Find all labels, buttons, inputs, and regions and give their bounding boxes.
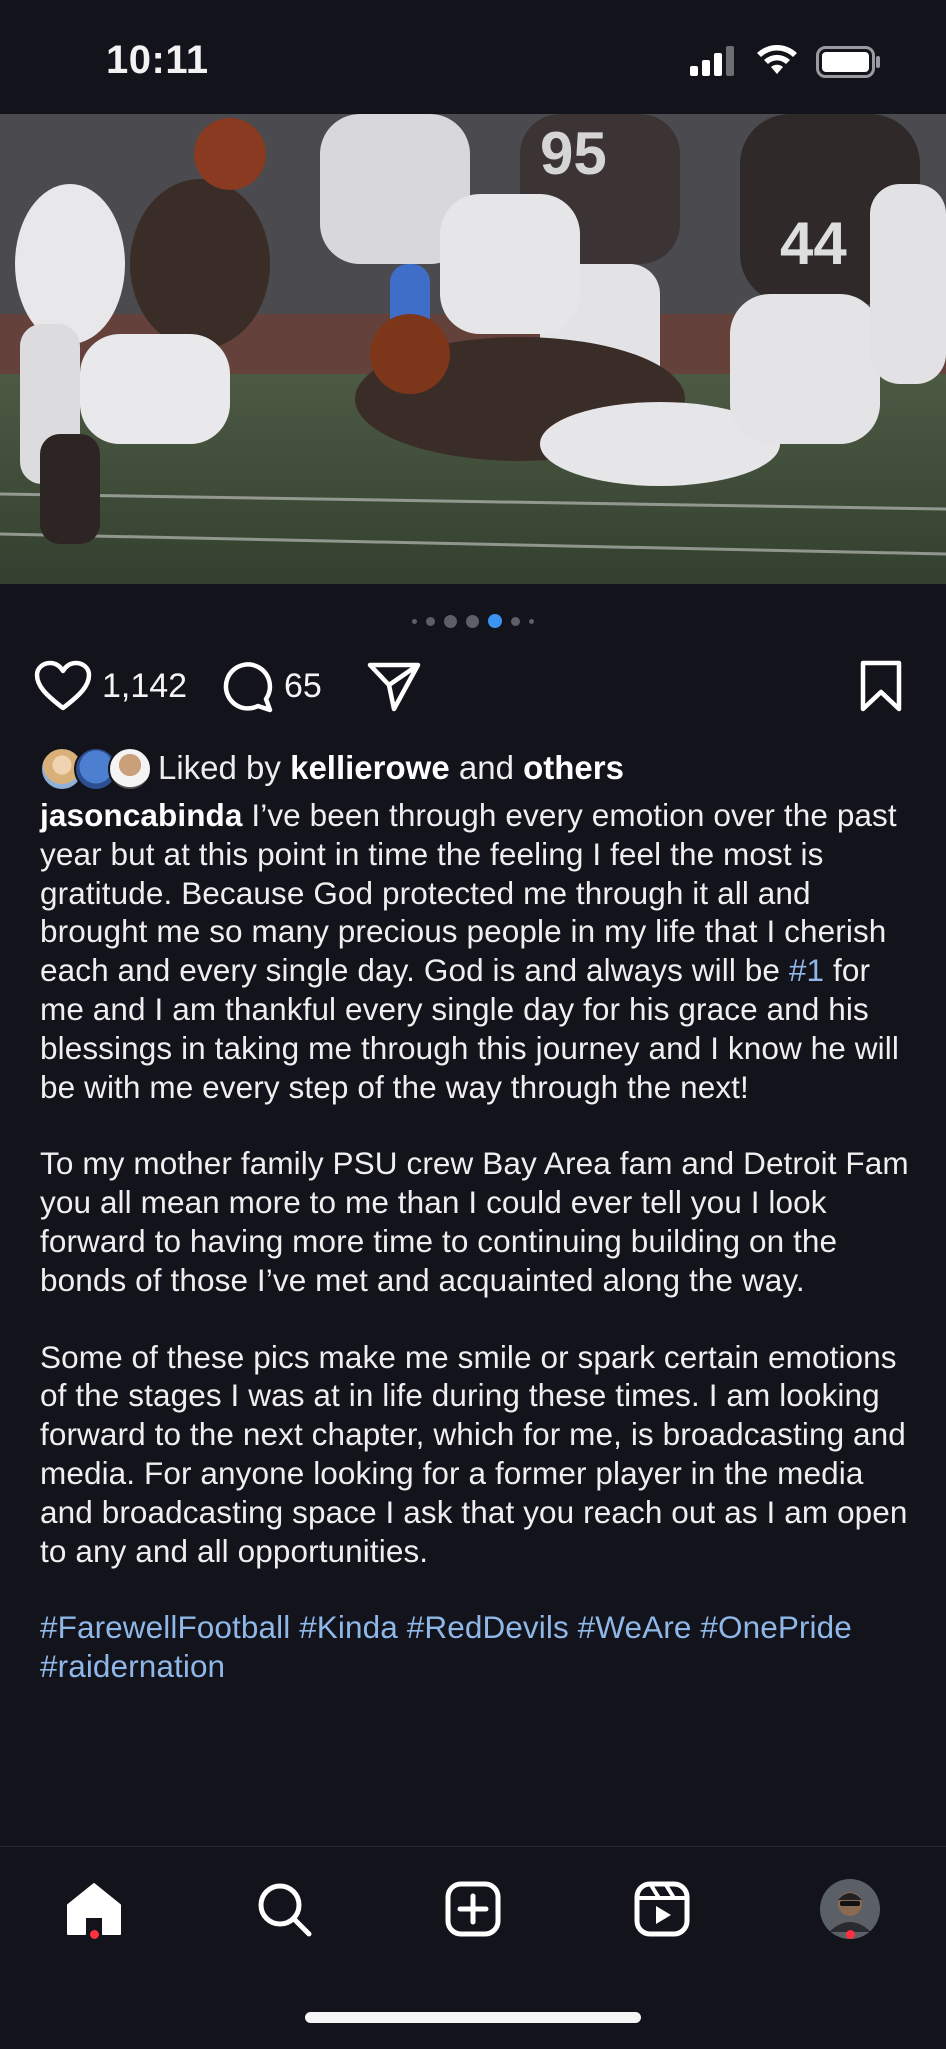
search-icon: [258, 1883, 312, 1937]
comment-action: 65: [220, 656, 322, 716]
football-game-photo: 95 44: [0, 114, 946, 584]
post-actions: 1,142 65: [0, 656, 946, 716]
carousel-dot: [529, 618, 534, 624]
caption-paragraph-2: To my mother family PSU crew Bay Area fa…: [40, 1145, 909, 1298]
cellular-signal-icon: [690, 46, 734, 76]
jersey-number-95: 95: [540, 120, 607, 187]
caption-paragraph-1: jasoncabinda I’ve been through every emo…: [40, 796, 920, 1106]
carousel-dot: [444, 614, 457, 628]
wifi-icon: [757, 45, 797, 74]
hashtag-link[interactable]: #Kinda: [299, 1609, 398, 1645]
status-bar: 10:11: [0, 0, 946, 114]
hashtag-link[interactable]: #OnePride: [700, 1609, 852, 1645]
avatar: [108, 747, 152, 791]
caption-hashtags: #FarewellFootball #Kinda #RedDevils #WeA…: [40, 1608, 920, 1686]
tab-create[interactable]: [441, 1877, 505, 1941]
status-time: 10:11: [106, 38, 209, 82]
likes-count[interactable]: 1,142: [102, 667, 187, 706]
heart-icon[interactable]: [34, 660, 92, 712]
liked-by-others[interactable]: others: [523, 749, 624, 787]
liked-by-prefix: Liked by: [158, 749, 281, 786]
caption-username[interactable]: jasoncabinda: [40, 797, 243, 833]
hashtag-link[interactable]: #RedDevils: [407, 1609, 569, 1645]
jersey-number-44: 44: [780, 210, 847, 277]
carousel-dot: [466, 614, 479, 628]
caption-paragraph-3: Some of these pics make me smile or spar…: [40, 1338, 908, 1569]
hashtag-link[interactable]: #raidernation: [40, 1648, 225, 1684]
carousel-indicator: [0, 608, 946, 634]
comment-icon[interactable]: [220, 659, 274, 713]
tab-reels[interactable]: [630, 1877, 694, 1941]
hashtag-link[interactable]: #WeAre: [578, 1609, 692, 1645]
liker-avatars: [40, 745, 152, 791]
home-indicator[interactable]: [305, 2012, 641, 2023]
hashtag-link[interactable]: #1: [789, 952, 824, 988]
battery-icon: [816, 46, 880, 78]
carousel-dot: [412, 618, 417, 624]
create-post-icon: [445, 1881, 501, 1937]
share-action: [366, 656, 422, 716]
reels-icon: [634, 1881, 690, 1937]
liked-by-conj: and: [458, 749, 514, 786]
carousel-dot: [511, 616, 520, 626]
hashtag-link[interactable]: #FarewellFootball: [40, 1609, 290, 1645]
post-photo[interactable]: 95 44: [0, 114, 946, 584]
comments-count[interactable]: 65: [284, 667, 322, 706]
profile-notification-dot: [846, 1930, 855, 1939]
home-notification-dot: [90, 1930, 99, 1939]
post-caption: jasoncabinda I’ve been through every emo…: [40, 796, 920, 1686]
bookmark-icon[interactable]: [858, 659, 904, 713]
save-action: [858, 656, 904, 716]
carousel-dot-active: [488, 614, 502, 628]
liked-by-user[interactable]: kellierowe: [290, 749, 450, 787]
carousel-dot: [426, 616, 435, 626]
liked-by[interactable]: Liked by kellierowe and others: [40, 744, 624, 792]
home-icon: [67, 1883, 121, 1935]
tab-search[interactable]: [252, 1877, 316, 1941]
like-action: 1,142: [34, 656, 187, 716]
share-icon[interactable]: [366, 659, 422, 713]
